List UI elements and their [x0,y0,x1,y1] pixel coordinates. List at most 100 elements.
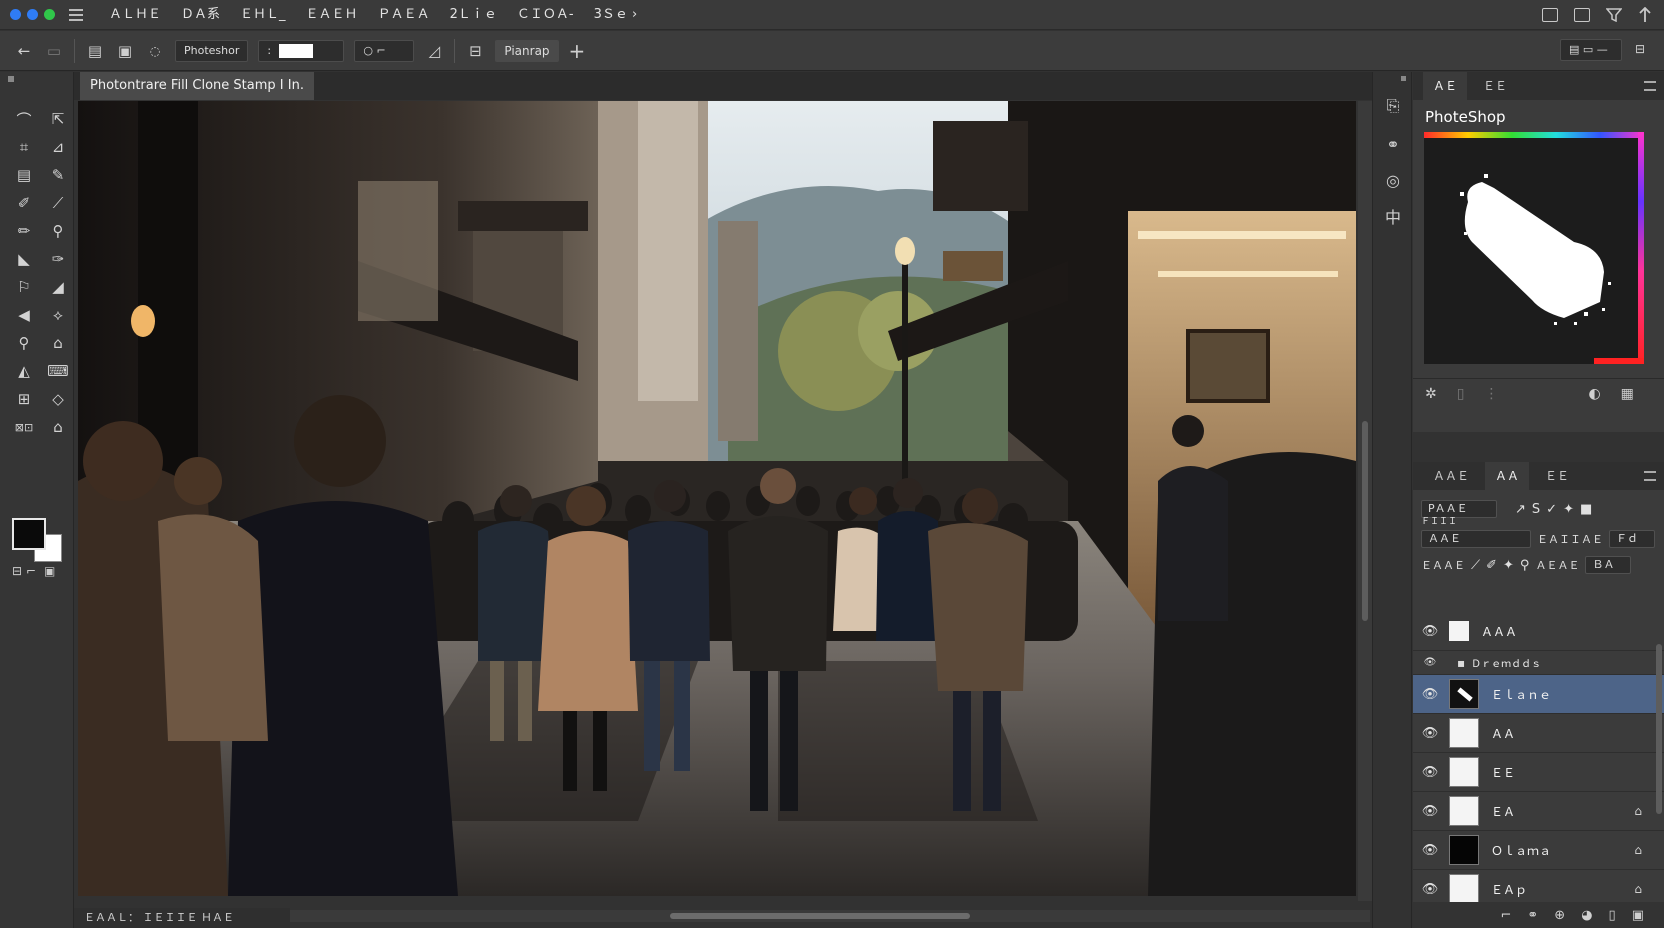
vertical-scrollbar[interactable] [1358,101,1372,901]
close-window-button[interactable] [10,9,21,20]
opacity-field[interactable]: Ｆｄ [1609,530,1655,548]
quick-mask-icon[interactable]: ⊟ ⌐ [12,564,36,578]
document-tab[interactable]: Photontrare Fill Clone Stamp I In. [80,72,314,100]
history-panel-icon[interactable]: ⎘ [1381,94,1405,118]
lasso-tool-icon[interactable]: ⌒ [10,108,38,130]
tab-layers[interactable]: ＡＡ [1485,462,1530,490]
add-mask-icon[interactable]: ⊕ [1554,908,1565,923]
history-brush-icon[interactable]: ◣ [10,248,38,270]
crop-tool-icon[interactable]: ⌗ [10,136,38,158]
eye-icon[interactable]: 👁 [1413,843,1447,858]
upload-icon[interactable] [1638,7,1652,23]
layers-scrollbar[interactable] [1656,644,1662,814]
pencil-icon[interactable]: ✐ [1486,558,1497,573]
menu-select[interactable]: 2Ｌｉｅ [440,0,507,30]
blur-tool-icon[interactable]: ◢ [44,276,72,298]
lock-all-icon[interactable]: ■ [1580,502,1592,517]
comment-tool-icon[interactable]: ⌨ [44,360,72,382]
menu-file[interactable]: ＡＬＨＥ [99,0,171,30]
maximize-window-button[interactable] [44,9,55,20]
lock-pixels-icon[interactable]: S [1532,502,1540,517]
adjustment-layer-icon[interactable]: ◕ [1581,908,1592,923]
panel-toggle-icon[interactable]: ⊟ [1630,39,1650,59]
shape-tool-icon[interactable]: ◇ [44,388,72,410]
settings-icon[interactable]: ✲ [1425,386,1437,402]
panel-menu-icon[interactable] [1644,471,1656,481]
eye-icon[interactable]: 👁 [1413,624,1447,639]
layer-row[interactable]: 👁 ＥＡ ⌂ [1413,792,1664,831]
panel-grip[interactable] [8,76,14,82]
search-field[interactable]: ▤ ▭ — [1560,39,1622,61]
back-arrow-icon[interactable]: ← [14,41,34,61]
lock-artboard-icon[interactable]: ✦ [1563,502,1574,517]
wand-tool-icon[interactable]: ⟡ [44,304,72,326]
screen-mode-icon[interactable]: ▣ [44,564,55,578]
rotate-view-icon[interactable]: ⌂ [44,416,72,438]
lock-transparent-icon[interactable]: ↗ [1515,502,1526,517]
eye-icon[interactable]: 👁 [1413,882,1447,897]
clone-stamp-icon[interactable]: ⚲ [44,220,72,242]
fill-field[interactable]: ＢＡ [1585,556,1632,574]
layer-row[interactable]: 👁 Ｏｌａｍａ ⌂ [1413,831,1664,870]
tool-preset-icon[interactable]: ▤ [85,41,105,61]
fill-icon[interactable]: ✦ [1503,558,1514,573]
slice-tool-icon[interactable]: ⊿ [44,136,72,158]
preset-dropdown[interactable]: Photeshor [175,39,249,62]
add-icon[interactable]: + [569,39,586,63]
brush-size-field[interactable]: : [258,39,345,62]
brush-icon[interactable]: ⟋ [1471,558,1480,573]
layer-row-selected[interactable]: 👁 Ｅｌａｎｅ [1413,675,1664,714]
foreground-color[interactable] [12,518,46,550]
gradient-tool-icon[interactable]: ⚐ [10,276,38,298]
angle-icon[interactable]: ◿ [424,41,444,61]
forward-icon[interactable]: ▭ [44,41,64,61]
menu-image[interactable]: ＥＨＬ_ [230,0,296,30]
lock-icon[interactable]: ⌂ [1634,843,1642,857]
pencil-tool-icon[interactable]: ✏ [10,220,38,242]
mode-dropdown[interactable]: Pianrap [495,39,559,62]
minimize-window-button[interactable] [27,9,38,20]
character-panel-icon[interactable]: 中 [1381,204,1405,228]
scroll-thumb[interactable] [1362,421,1368,621]
scroll-thumb[interactable] [670,913,970,919]
layer-row[interactable]: 👁 ＡＡＡ [1413,612,1664,651]
frame-tool-icon[interactable]: ▤ [10,164,38,186]
eye-icon[interactable]: 👁 [1413,765,1447,780]
new-group-icon[interactable]: ▯ [1609,908,1616,923]
color-swatches[interactable] [12,518,62,562]
brush-settings-field[interactable]: ○ ⌐ [354,39,415,62]
menu-type[interactable]: ＰＡＥＡ [368,0,440,30]
eye-icon[interactable]: 👁 [1413,804,1447,819]
eyedropper-tool-icon[interactable]: ✎ [44,164,72,186]
tab-paths[interactable]: ＥＥ [1535,462,1579,490]
pen-tool-icon[interactable]: ◭ [10,360,38,382]
menu-view[interactable]: 3Ｓｅ › [584,0,648,30]
fx-icon[interactable]: ⚭ [1527,908,1538,923]
tab-color[interactable]: ＡＥ [1423,72,1468,100]
bucket-tool-icon[interactable]: ⌂ [44,332,72,354]
panel-grip[interactable] [1401,76,1406,81]
info-icon[interactable]: ⋮ [1484,386,1498,402]
lock-icon[interactable]: ▯ [1457,386,1465,402]
move-tool-icon[interactable]: ⇱ [44,108,72,130]
lock-position-icon[interactable]: ✓ [1546,502,1557,517]
brush-preview[interactable] [1424,132,1644,364]
link-layers-icon[interactable]: ⌐ [1500,908,1511,923]
layer-group-row[interactable]: 👁 ▪ Ｄｒｅｍｄｄｓ [1413,651,1664,675]
sample-icon[interactable]: ⊟ [465,41,485,61]
tab-swatches[interactable]: ＥＥ [1473,72,1517,100]
filter-icon[interactable] [1606,8,1622,22]
horizontal-scrollbar[interactable] [290,910,1370,922]
lasso-icon[interactable]: ◌ [145,41,165,61]
brush-icon[interactable]: ⟋ [44,192,72,214]
menu-layer[interactable]: ＥＡＥＨ [296,0,368,30]
eye-icon[interactable]: 👁 [1413,687,1447,702]
menu-filter[interactable]: ＣＩＯＡ- [507,0,584,30]
share-icon[interactable] [1574,8,1590,22]
workspace-icon[interactable] [1542,8,1558,22]
eraser-tool-icon[interactable]: ✑ [44,248,72,270]
lock-icon[interactable]: ⌂ [1634,882,1642,896]
eye-icon[interactable]: 👁 [1413,657,1447,668]
delete-layer-icon[interactable]: ▣ [1632,908,1644,923]
type-tool-icon[interactable]: ⊞ [10,388,38,410]
